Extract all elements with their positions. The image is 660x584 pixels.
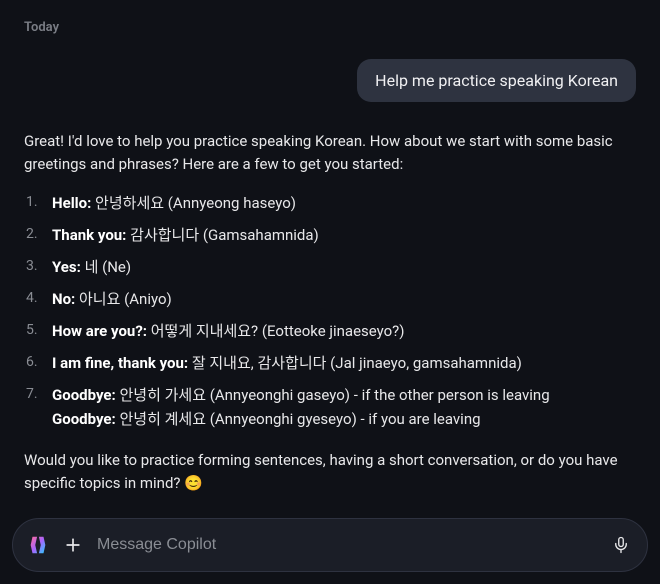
phrase-body: 안녕히 가세요 (Annyeonghi gaseyo) - if the oth… [116, 386, 550, 404]
phrase-body: 잘 지내요, 감사합니다 (Jal jinaeyo, gamsahamnida) [188, 354, 522, 372]
phrase-label: Goodbye: [52, 410, 116, 428]
list-item: Goodbye: 안녕히 가세요 (Annyeonghi gaseyo) - i… [24, 383, 636, 431]
phrase-body: 감사합니다 (Gamsahamnida) [126, 226, 318, 244]
list-item: Hello: 안녕하세요 (Annyeong haseyo) [24, 191, 636, 215]
phrase-label: No: [52, 290, 75, 308]
copilot-logo-icon [27, 534, 49, 556]
assistant-intro: Great! I'd love to help you practice spe… [24, 130, 636, 177]
assistant-outro: Would you like to practice forming sente… [24, 449, 636, 496]
phrase-label: I am fine, thank you: [52, 354, 188, 372]
phrase-label: Hello: [52, 194, 91, 212]
phrase-label: Goodbye: [52, 386, 116, 404]
list-item: No: 아니요 (Aniyo) [24, 287, 636, 311]
phrase-label: Thank you: [52, 226, 126, 244]
phrase-body: 안녕히 계세요 (Annyeonghi gyeseyo) - if you ar… [116, 410, 481, 428]
user-message-row: Help me practice speaking Korean [24, 59, 636, 102]
phrase-label: Yes: [52, 258, 81, 276]
composer [12, 518, 648, 572]
phrase-body: 네 (Ne) [81, 258, 131, 276]
date-separator: Today [24, 20, 636, 35]
phrase-body: 아니요 (Aniyo) [75, 290, 171, 308]
phrase-body: 어떻게 지내세요? (Eotteoke jinaeseyo?) [147, 322, 404, 340]
message-input[interactable] [97, 536, 597, 554]
phrase-label: How are you?: [52, 322, 147, 340]
phrase-body: 안녕하세요 (Annyeong haseyo) [91, 194, 296, 212]
list-item: Yes: 네 (Ne) [24, 255, 636, 279]
microphone-button[interactable] [609, 533, 633, 557]
add-attachment-button[interactable] [61, 533, 85, 557]
user-message-bubble: Help me practice speaking Korean [357, 59, 636, 102]
chat-scroll-area: Today Help me practice speaking Korean G… [0, 0, 660, 518]
assistant-message: Great! I'd love to help you practice spe… [24, 130, 636, 495]
list-item: I am fine, thank you: 잘 지내요, 감사합니다 (Jal … [24, 351, 636, 375]
list-item: How are you?: 어떻게 지내세요? (Eotteoke jinaes… [24, 319, 636, 343]
phrase-list: Hello: 안녕하세요 (Annyeong haseyo) Thank you… [24, 191, 636, 431]
list-item: Thank you: 감사합니다 (Gamsahamnida) [24, 223, 636, 247]
